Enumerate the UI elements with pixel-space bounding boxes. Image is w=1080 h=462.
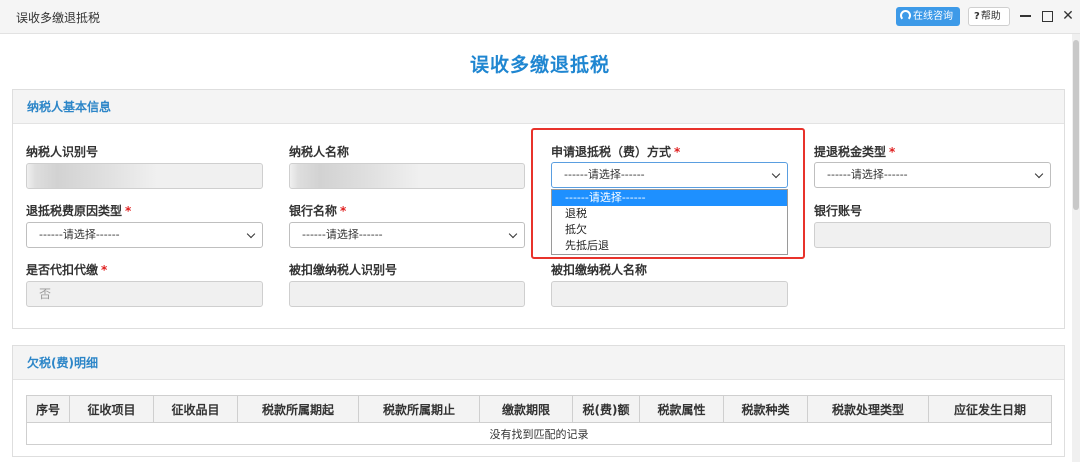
taxpayer-name-field xyxy=(289,163,525,189)
required-mark: * xyxy=(101,263,108,277)
taxpayer-id-label: 纳税人识别号 xyxy=(26,145,99,159)
online-consult-label: 在线咨询 xyxy=(913,11,953,22)
taxpayer-id-field xyxy=(26,163,263,189)
maximize-icon[interactable] xyxy=(1039,6,1055,26)
chevron-down-icon xyxy=(246,229,256,239)
withholding-label: 是否代扣代缴 * xyxy=(26,263,108,277)
withheld-taxpayer-id-label: 被扣缴纳税人识别号 xyxy=(289,263,398,277)
bank-name-value: ------请选择------ xyxy=(302,228,383,241)
bank-name-label: 银行名称 * xyxy=(289,204,347,218)
headset-icon xyxy=(900,10,911,21)
reason-type-label: 退抵税费原因类型 * xyxy=(26,204,132,218)
window-title: 误收多缴退抵税 xyxy=(16,11,101,25)
required-mark: * xyxy=(340,204,347,218)
column-header[interactable]: 应征发生日期 xyxy=(928,395,1052,423)
close-icon[interactable]: ✕ xyxy=(1060,6,1076,26)
column-header[interactable]: 征收项目 xyxy=(69,395,154,423)
online-consult-button[interactable]: 在线咨询 xyxy=(896,7,960,26)
highlight-annotation-box xyxy=(531,128,805,259)
table-header-row: 序号 征收项目 征收品目 税款所属期起 税款所属期止 缴款期限 税(费)额 税款… xyxy=(26,395,1052,423)
bank-account-field[interactable] xyxy=(814,222,1051,248)
bank-name-select[interactable]: ------请选择------ xyxy=(289,222,525,248)
column-header[interactable]: 税款所属期起 xyxy=(237,395,359,423)
chevron-down-icon xyxy=(1034,169,1044,179)
minimize-icon[interactable] xyxy=(1017,6,1033,26)
column-header[interactable]: 税款属性 xyxy=(639,395,724,423)
question-icon: ? xyxy=(974,11,980,22)
table-row: 没有找到匹配的记录 xyxy=(26,422,1052,445)
page-title: 误收多缴退抵税 xyxy=(469,54,610,76)
help-label: 帮助 xyxy=(980,11,1001,22)
reason-type-select[interactable]: ------请选择------ xyxy=(26,222,263,248)
refund-tax-type-select[interactable]: ------请选择------ xyxy=(814,162,1051,188)
taxpayer-name-label: 纳税人名称 xyxy=(289,145,350,159)
withheld-taxpayer-id-field xyxy=(289,281,525,307)
basic-info-heading: 纳税人基本信息 xyxy=(13,90,1064,124)
arrears-heading: 欠税(费)明细 xyxy=(13,346,1064,380)
withheld-taxpayer-name-label: 被扣缴纳税人名称 xyxy=(551,263,648,277)
column-header[interactable]: 税(费)额 xyxy=(572,395,640,423)
column-header[interactable]: 税款所属期止 xyxy=(358,395,480,423)
withholding-field: 否 xyxy=(26,281,263,307)
refund-tax-type-value: ------请选择------ xyxy=(827,168,908,181)
bank-account-label: 银行账号 xyxy=(814,204,863,218)
withheld-taxpayer-name-field xyxy=(551,281,788,307)
column-header[interactable]: 征收品目 xyxy=(153,395,238,423)
help-button[interactable]: ?帮助 xyxy=(968,7,1010,26)
reason-type-value: ------请选择------ xyxy=(39,228,120,241)
column-header[interactable]: 序号 xyxy=(26,395,70,423)
refund-tax-type-label: 提退税金类型 * xyxy=(814,145,896,159)
chevron-down-icon xyxy=(508,229,518,239)
arrears-table: 序号 征收项目 征收品目 税款所属期起 税款所属期止 缴款期限 税(费)额 税款… xyxy=(26,395,1052,445)
column-header[interactable]: 税款种类 xyxy=(723,395,808,423)
column-header[interactable]: 缴款期限 xyxy=(479,395,573,423)
column-header[interactable]: 税款处理类型 xyxy=(807,395,929,423)
window-titlebar: 误收多缴退抵税 在线咨询 ?帮助 ✕ xyxy=(0,0,1080,34)
required-mark: * xyxy=(889,145,896,159)
required-mark: * xyxy=(125,204,132,218)
empty-table-message: 没有找到匹配的记录 xyxy=(26,422,1052,445)
